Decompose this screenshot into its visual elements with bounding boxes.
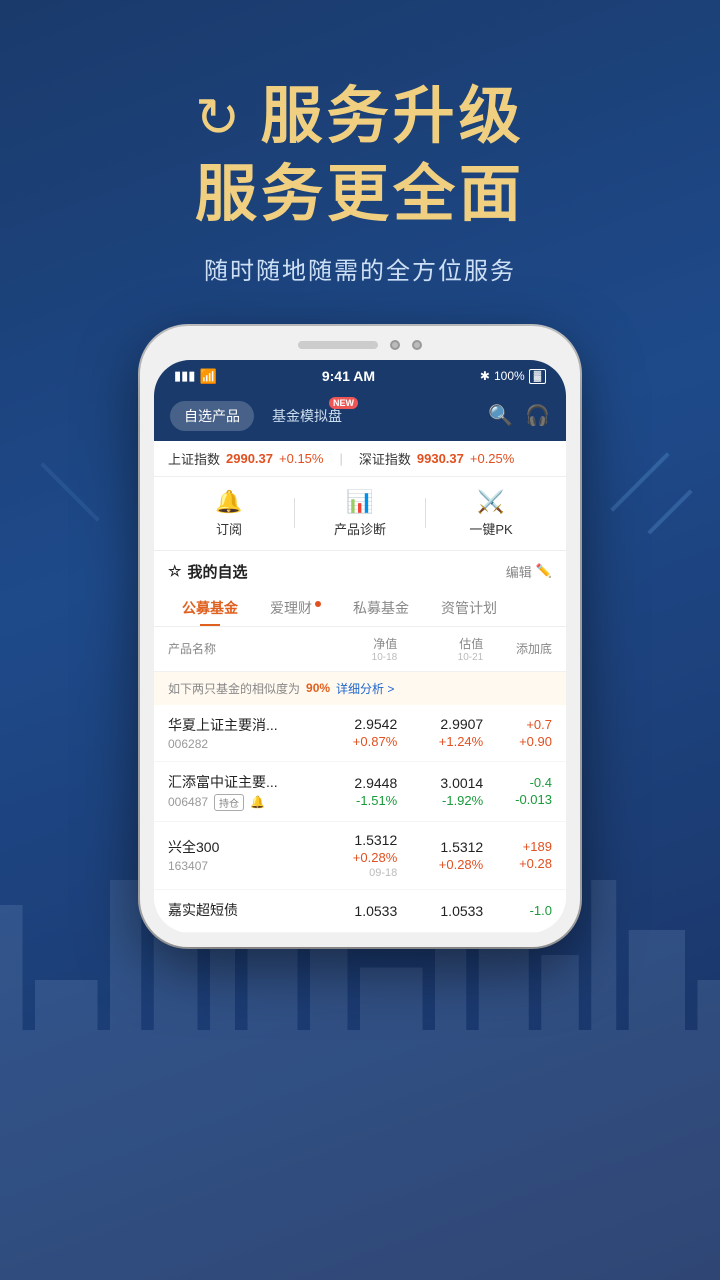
phone-mockup: ▮▮▮ 📶 9:41 AM ✱ 100% ▓ 自选产品 基金模拟盘 (0, 326, 720, 947)
cat-tab-public-fund[interactable]: 公募基金 (168, 590, 252, 626)
fund-add-0: +0.7 +0.90 (483, 717, 552, 749)
watchlist-icon: ☆ (168, 562, 181, 580)
battery-text: 100% (494, 369, 525, 383)
fund-row-3[interactable]: 嘉实超短债 1.0533 1.0533 -1.0 (154, 890, 566, 933)
wifi-icon: 📶 (199, 368, 216, 385)
ticker-bar: 上证指数 2990.37 +0.15% | 深证指数 9930.37 +0.25… (154, 441, 566, 477)
sensor-dot (412, 340, 422, 350)
similarity-notice: 如下两只基金的相似度为 90% 详细分析 > (154, 672, 566, 705)
col-est-header: 估值 10-21 (397, 635, 483, 663)
tab-fund-simulation[interactable]: 基金模拟盘 NEW (258, 401, 356, 431)
category-tabs: 公募基金 爱理财 私募基金 资管计划 (154, 590, 566, 627)
fund-row-1[interactable]: 汇添富中证主要... 006487 持仓 🔔 2.9448 -1.51% 3.0… (154, 762, 566, 822)
camera-dot (390, 340, 400, 350)
ticker-separator: | (339, 451, 342, 466)
hero-title-line1: 服务升级 (261, 80, 525, 154)
section-header: ☆ 我的自选 编辑 ✏️ (154, 551, 566, 590)
fund-name-3: 嘉实超短债 (168, 900, 311, 920)
bluetooth-icon: ✱ (480, 369, 490, 383)
fund-row-2[interactable]: 兴全300 163407 1.5312 +0.28% 09-18 1.5312 … (154, 822, 566, 890)
pk-icon: ⚔️ (477, 489, 504, 515)
wealth-dot (315, 601, 321, 607)
fund-add-1: -0.4 -0.013 (483, 775, 552, 807)
fund-code-1: 006487 持仓 🔔 (168, 794, 311, 811)
battery-icon: ▓ (529, 369, 546, 384)
fund-name-1: 汇添富中证主要... (168, 772, 311, 792)
table-header: 产品名称 净值 10-18 估值 10-21 添加底 (154, 627, 566, 672)
action-subscribe[interactable]: 🔔 订阅 (164, 489, 294, 538)
refresh-icon: ↺ (195, 86, 240, 149)
fund-est-0: 2.9907 +1.24% (397, 716, 483, 749)
action-bar: 🔔 订阅 📊 产品诊断 ⚔️ 一键PK (154, 477, 566, 551)
fund-name-2: 兴全300 (168, 837, 311, 857)
signal-icon: ▮▮▮ (174, 368, 195, 384)
fund-nav-0: 2.9542 +0.87% (311, 716, 397, 749)
action-diagnose[interactable]: 📊 产品诊断 (295, 489, 425, 538)
cat-tab-wealth[interactable]: 爱理财 (256, 590, 335, 626)
search-icon[interactable]: 🔍 (488, 403, 513, 428)
fund-info-2: 兴全300 163407 (168, 837, 311, 873)
section-title: ☆ 我的自选 (168, 561, 247, 582)
cat-tab-asset-mgmt[interactable]: 资管计划 (427, 590, 511, 626)
phone-outer: ▮▮▮ 📶 9:41 AM ✱ 100% ▓ 自选产品 基金模拟盘 (140, 326, 580, 947)
fund-nav-3: 1.0533 (311, 903, 397, 919)
fund-code-0: 006282 (168, 737, 311, 751)
nav-date: 10-18 (372, 652, 398, 663)
col-name-header: 产品名称 (168, 640, 311, 657)
status-time: 9:41 AM (322, 368, 375, 384)
action-pk[interactable]: ⚔️ 一键PK (426, 489, 556, 538)
fund-info-0: 华夏上证主要消... 006282 (168, 715, 311, 751)
fund-est-1: 3.0014 -1.92% (397, 775, 483, 808)
fund-name-0: 华夏上证主要消... (168, 715, 311, 735)
subscribe-icon: 🔔 (215, 489, 242, 515)
hero-section: ↺ 服务升级 服务更全面 随时随地随需的全方位服务 (0, 0, 720, 286)
hero-title-line2: 服务更全面 (0, 158, 720, 232)
fund-add-3: -1.0 (483, 903, 552, 918)
header-icons: 🔍 🎧 (488, 403, 550, 428)
app-header: 自选产品 基金模拟盘 NEW 🔍 🎧 (154, 393, 566, 441)
col-nav-header: 净值 10-18 (311, 635, 397, 663)
fund-add-2: +189 +0.28 (483, 839, 552, 871)
hero-subtitle: 随时随地随需的全方位服务 (0, 251, 720, 286)
fund-tag-1: 持仓 (214, 794, 244, 811)
fund-est-2: 1.5312 +0.28% (397, 839, 483, 872)
col-add-header: 添加底 (483, 640, 552, 657)
fund-info-3: 嘉实超短债 (168, 900, 311, 922)
fund-nav-1: 2.9448 -1.51% (311, 775, 397, 808)
similarity-pct: 90% (306, 681, 330, 695)
fund-nav-2: 1.5312 +0.28% 09-18 (311, 832, 397, 879)
fund-code-2: 163407 (168, 859, 311, 873)
edit-icon: ✏️ (536, 563, 552, 579)
status-left: ▮▮▮ 📶 (174, 368, 217, 385)
sh-index: 上证指数 2990.37 +0.15% (168, 449, 323, 468)
diagnose-icon: 📊 (346, 489, 373, 515)
status-right: ✱ 100% ▓ (480, 369, 546, 384)
phone-screen: ▮▮▮ 📶 9:41 AM ✱ 100% ▓ 自选产品 基金模拟盘 (154, 360, 566, 933)
tab-own-products[interactable]: 自选产品 (170, 401, 254, 431)
status-bar: ▮▮▮ 📶 9:41 AM ✱ 100% ▓ (154, 360, 566, 393)
cat-tab-private-fund[interactable]: 私募基金 (339, 590, 423, 626)
speaker-grill (298, 341, 378, 349)
fund-info-1: 汇添富中证主要... 006487 持仓 🔔 (168, 772, 311, 811)
new-badge: NEW (329, 397, 358, 409)
sz-index: 深证指数 9930.37 +0.25% (359, 449, 514, 468)
est-date: 10-21 (458, 652, 484, 663)
edit-button[interactable]: 编辑 ✏️ (506, 562, 552, 581)
fund-row-0[interactable]: 华夏上证主要消... 006282 2.9542 +0.87% 2.9907 +… (154, 705, 566, 762)
similarity-link[interactable]: 详细分析 > (336, 680, 394, 697)
bell-icon-1[interactable]: 🔔 (250, 795, 265, 809)
fund-est-3: 1.0533 (397, 903, 483, 919)
headset-icon[interactable]: 🎧 (525, 403, 550, 428)
